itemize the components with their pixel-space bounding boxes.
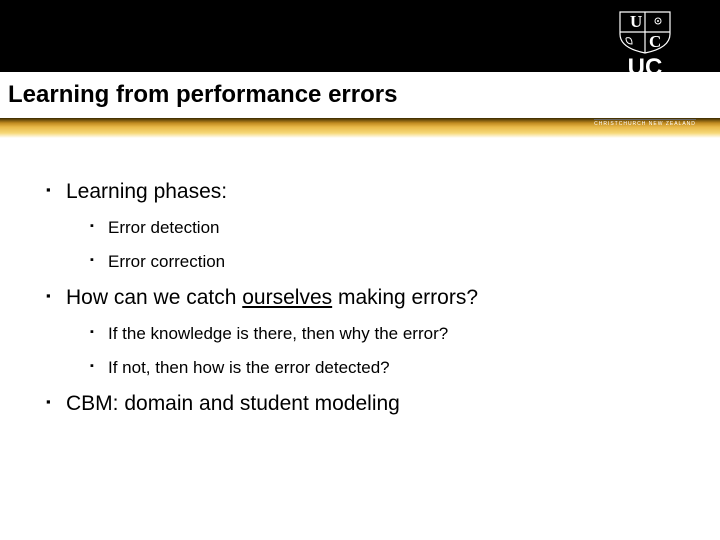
slide: Learning from performance errors U C UC … [0, 0, 720, 540]
logo-uc-text: UC [578, 56, 712, 80]
slide-title: Learning from performance errors [8, 81, 397, 109]
bullet-learning-phases: Learning phases: Error detection Error c… [36, 180, 684, 272]
bullet-catch-ourselves: How can we catch ourselves making errors… [36, 286, 684, 378]
logo-nz: CHRISTCHURCH NEW ZEALAND [594, 119, 696, 127]
logo-university-of: UNIVERSITY OF [578, 82, 712, 92]
bullet-list: Learning phases: Error detection Error c… [36, 180, 684, 416]
bullet-why-error: If the knowledge is there, then why the … [82, 324, 684, 344]
sub-list: If the knowledge is there, then why the … [82, 324, 684, 378]
bullet-text-underline: ourselves [242, 286, 332, 309]
svg-text:U: U [630, 12, 642, 31]
bullet-text: Learning phases: [66, 180, 227, 203]
shield-icon: U C [618, 10, 672, 54]
bullet-text-post: making errors? [332, 286, 478, 309]
university-logo: U C UC UNIVERSITY OF CANTERBURY Te Whare… [578, 10, 712, 130]
logo-maori-name: Te Whare Wānanga o Waitaha [578, 105, 712, 112]
bullet-how-detected: If not, then how is the error detected? [82, 358, 684, 378]
sub-list: Error detection Error correction [82, 218, 684, 272]
content-area: Learning phases: Error detection Error c… [0, 138, 720, 416]
logo-canterbury: CANTERBURY [578, 92, 712, 103]
bullet-cbm: CBM: domain and student modeling [36, 392, 684, 416]
bullet-error-correction: Error correction [82, 252, 684, 272]
bullet-text-pre: How can we catch [66, 286, 242, 309]
svg-text:C: C [649, 32, 661, 51]
bullet-error-detection: Error detection [82, 218, 684, 238]
